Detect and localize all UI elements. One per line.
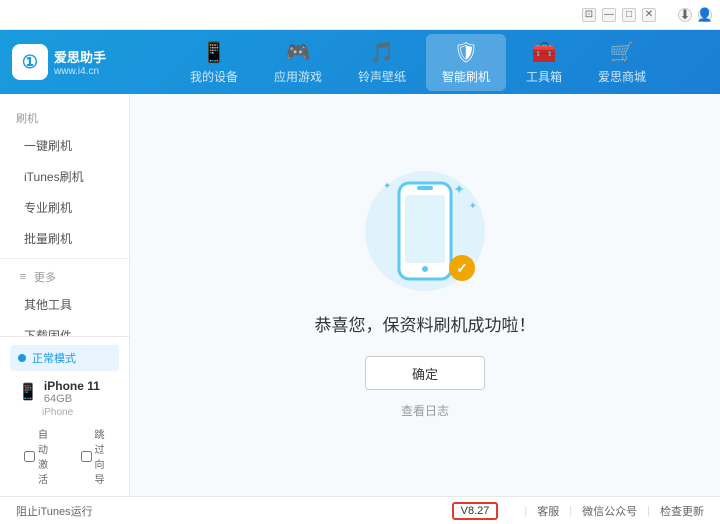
download-btn[interactable]: ⬇ — [678, 8, 692, 22]
device-phone-icon: 📱 — [18, 382, 38, 402]
mode-indicator — [18, 354, 26, 362]
nav-icon-flash: 🛡 — [453, 40, 478, 65]
auto-activate-checkbox[interactable]: 自动激活 — [14, 424, 63, 488]
logo-icon: ① — [12, 44, 48, 80]
footer: 阻止iTunes运行 V8.27 | 客服 | 微信公众号 | 检查更新 — [0, 496, 720, 524]
confirm-button[interactable]: 确定 — [365, 356, 485, 390]
nav-icon-my-device: 📱 — [202, 40, 227, 65]
sidebar-item-itunes-flash[interactable]: iTunes刷机 — [0, 161, 129, 192]
footer-divider-2: | — [569, 505, 572, 517]
phone-icon — [395, 181, 455, 281]
nav-icon-store: 🛒 — [610, 40, 635, 65]
main-content: ✦ ✦ ✦ ✓ 恭喜您，保资料刷机成功啦！ 确定 查看日志 — [130, 94, 720, 496]
maximize-btn[interactable]: □ — [622, 8, 636, 22]
footer-divider-1: | — [524, 505, 527, 517]
minimize-btn[interactable]: — — [602, 8, 616, 22]
title-bar: ⊡ — □ ✕ ⬇ 👤 — [0, 0, 720, 30]
nav-tab-apps-games[interactable]: 🎮 应用游戏 — [258, 34, 338, 91]
nav-tab-store[interactable]: 🛒 爱思商城 — [582, 34, 662, 91]
sidebar-item-one-click-flash[interactable]: 一键刷机 — [0, 130, 129, 161]
skip-guide-checkbox[interactable]: 跳过向导 — [71, 424, 120, 488]
nav-tab-toolbox[interactable]: 🧰 工具箱 — [510, 34, 578, 91]
sidebar-item-batch-flash[interactable]: 批量刷机 — [0, 223, 129, 254]
close-btn[interactable]: ✕ — [642, 8, 656, 22]
nav-icon-ringtones: 🎵 — [370, 40, 395, 65]
footer-divider-3: | — [647, 505, 650, 517]
footer-support-link[interactable]: 客服 — [537, 503, 559, 519]
sparkle-icon-1: ✦ — [453, 181, 465, 198]
success-title: 恭喜您，保资料刷机成功啦！ — [315, 311, 536, 336]
log-link[interactable]: 查看日志 — [401, 402, 449, 419]
restore-btn[interactable]: ⊡ — [582, 8, 596, 22]
nav-tab-ringtones[interactable]: 🎵 铃声壁纸 — [342, 34, 422, 91]
auto-activate-input[interactable] — [24, 451, 35, 462]
sidebar-item-pro-flash[interactable]: 专业刷机 — [0, 192, 129, 223]
sparkle-icon-2: ✦ — [469, 201, 477, 212]
device-info: 📱 iPhone 11 64GB — [10, 377, 119, 407]
header: ① 爱思助手 www.i4.cn 📱 我的设备 🎮 应用游戏 🎵 铃声壁纸 🛡 … — [0, 30, 720, 94]
check-badge: ✓ — [449, 255, 475, 281]
sidebar-divider — [0, 258, 129, 259]
user-btn[interactable]: 👤 — [698, 8, 712, 22]
sparkle-icon-3: ✦ — [383, 181, 391, 192]
window-controls: ⊡ — □ ✕ ⬇ 👤 — [582, 8, 712, 22]
footer-version[interactable]: V8.27 — [452, 502, 499, 520]
footer-itunes-status: 阻止iTunes运行 — [16, 503, 93, 519]
device-area: 正常模式 📱 iPhone 11 64GB iPhone 自动激活 跳过向导 — [0, 336, 130, 496]
section-title-flash: 刷机 — [0, 104, 129, 130]
logo-text: 爱思助手 www.i4.cn — [54, 47, 106, 77]
nav-tab-my-device[interactable]: 📱 我的设备 — [174, 34, 254, 91]
success-illustration: ✦ ✦ ✦ ✓ — [365, 171, 485, 291]
footer-update-link[interactable]: 检查更新 — [660, 503, 704, 519]
nav-tab-smart-flash[interactable]: 🛡 智能刷机 — [426, 34, 506, 91]
nav-tabs: 📱 我的设备 🎮 应用游戏 🎵 铃声壁纸 🛡 智能刷机 🧰 工具箱 🛒 爱思商城 — [128, 34, 708, 91]
device-mode: 正常模式 — [10, 345, 119, 371]
footer-wechat-link[interactable]: 微信公众号 — [582, 503, 637, 519]
logo-area[interactable]: ① 爱思助手 www.i4.cn — [12, 44, 112, 80]
nav-icon-toolbox: 🧰 — [532, 40, 557, 65]
sidebar-item-other-tools[interactable]: 其他工具 — [0, 289, 129, 320]
skip-guide-input[interactable] — [81, 451, 92, 462]
nav-icon-apps: 🎮 — [286, 40, 311, 65]
section-title-more: ≡ 更多 — [0, 263, 129, 289]
